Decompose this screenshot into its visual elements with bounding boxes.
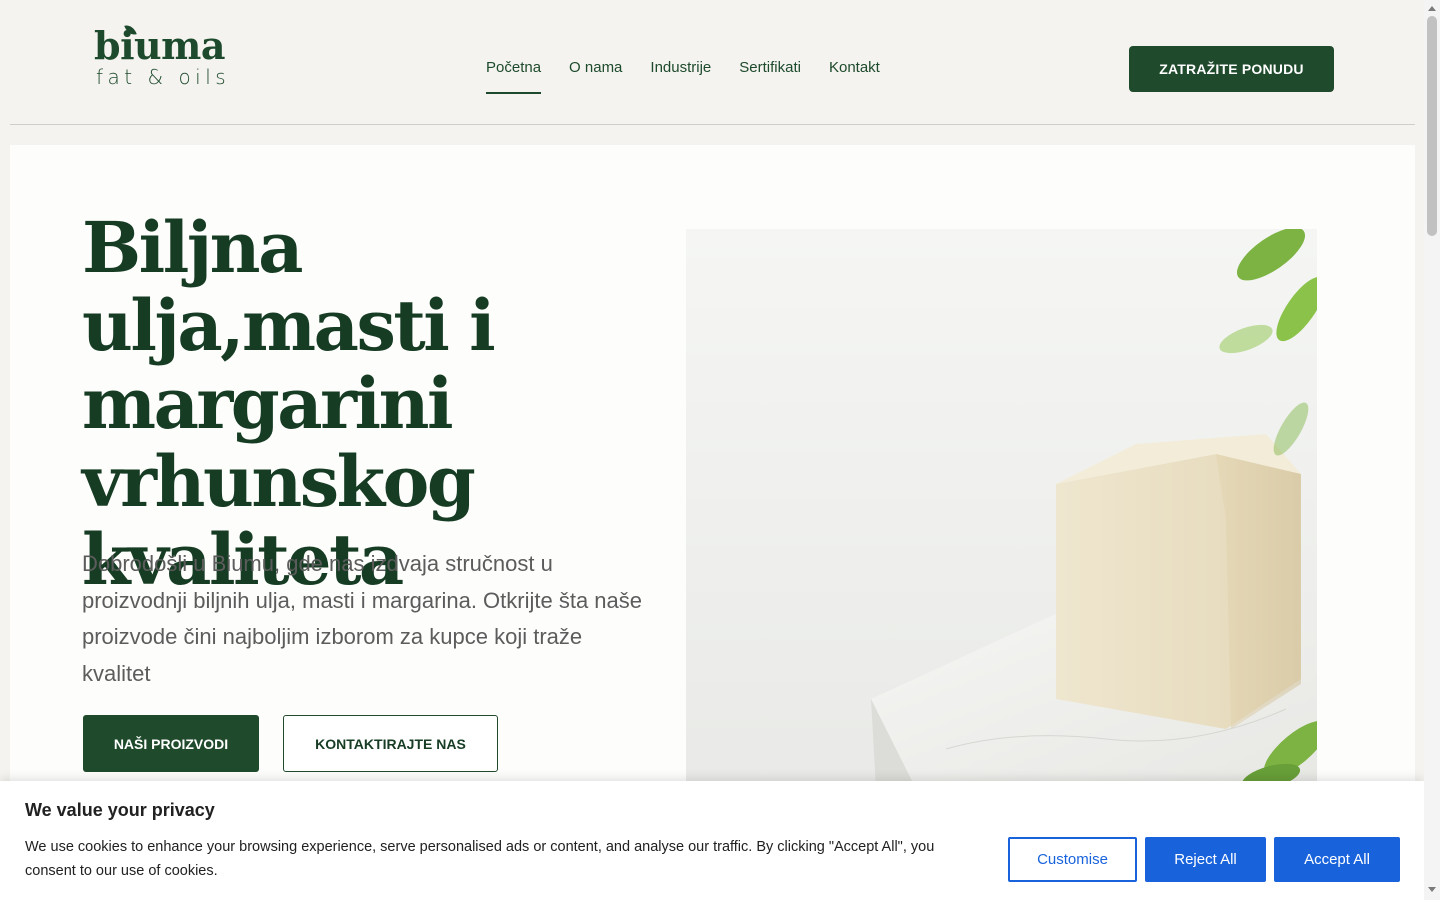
page-scrollbar[interactable] bbox=[1424, 0, 1440, 900]
site-header: biuma fat & oils Početna O nama Industri… bbox=[10, 0, 1415, 125]
nav-item-sertifikati[interactable]: Sertifikati bbox=[739, 58, 801, 78]
hero-product-image bbox=[686, 229, 1317, 789]
hero-description: Dobrodošli u Biumu, gde nas izdvaja stru… bbox=[82, 551, 643, 686]
main-nav: Početna O nama Industrije Sertifikati Ko… bbox=[486, 58, 880, 94]
contact-us-button[interactable]: KONTAKTIRAJTE NAS bbox=[283, 715, 498, 772]
cookie-consent-banner: We value your privacy We use cookies to … bbox=[0, 781, 1424, 900]
request-quote-button[interactable]: ZATRAŽITE PONUDU bbox=[1129, 46, 1334, 92]
nav-item-kontakt[interactable]: Kontakt bbox=[829, 58, 880, 78]
customise-button[interactable]: Customise bbox=[1008, 837, 1137, 882]
nav-item-pocetna[interactable]: Početna bbox=[486, 58, 542, 94]
hero-title: Biljna ulja,masti i margarini vrhunskog … bbox=[82, 206, 496, 601]
cookie-banner-text: We use cookies to enhance your browsing … bbox=[25, 839, 935, 879]
accept-all-button[interactable]: Accept All bbox=[1274, 837, 1400, 882]
nav-item-o-nama[interactable]: O nama bbox=[569, 58, 622, 78]
scroll-up-arrow-icon[interactable] bbox=[1428, 6, 1436, 11]
brand-tagline: fat & oils bbox=[96, 65, 231, 89]
brand-name: biuma bbox=[94, 23, 225, 68]
reject-all-button[interactable]: Reject All bbox=[1145, 837, 1266, 882]
cookie-banner-title: We value your privacy bbox=[25, 800, 215, 820]
scroll-thumb[interactable] bbox=[1427, 16, 1437, 236]
scroll-down-arrow-icon[interactable] bbox=[1428, 887, 1436, 892]
brand-logo[interactable]: biuma fat & oils bbox=[94, 22, 264, 90]
margarine-block-image bbox=[871, 229, 1317, 789]
nav-item-industrije[interactable]: Industrije bbox=[650, 58, 711, 78]
our-products-button[interactable]: NAŠI PROIZVODI bbox=[83, 715, 259, 772]
